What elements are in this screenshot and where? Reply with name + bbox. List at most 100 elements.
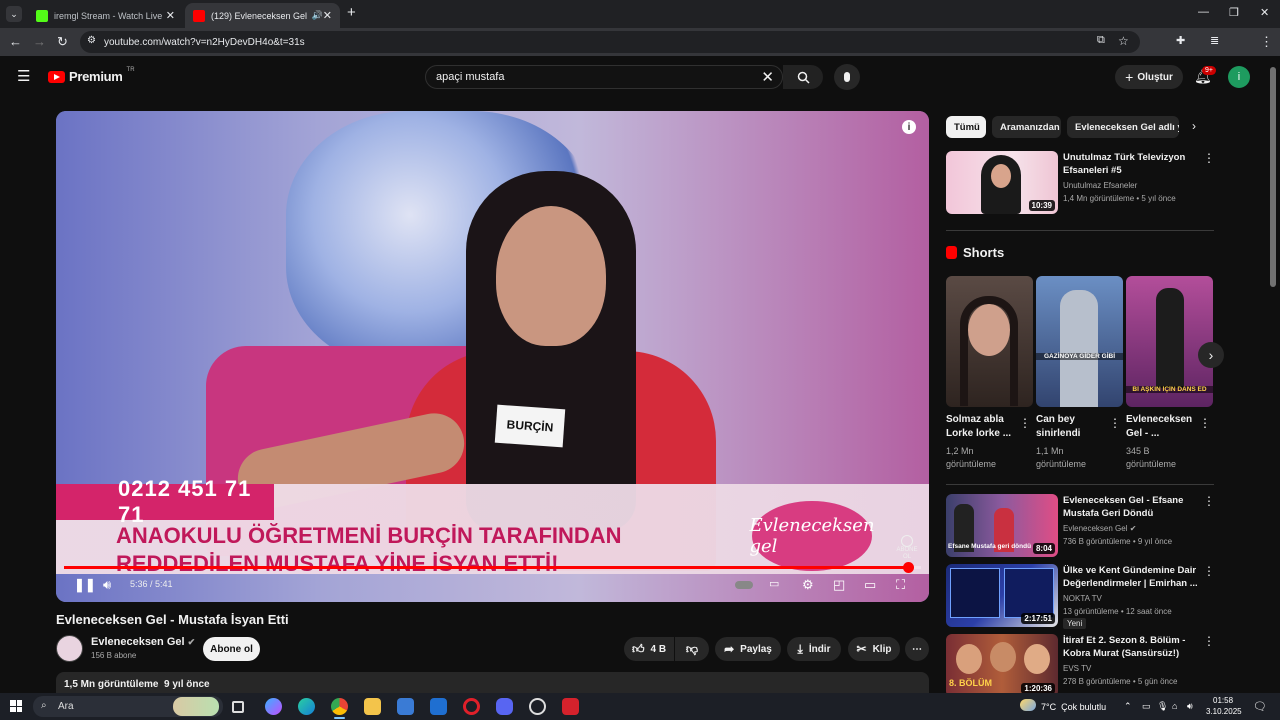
- new-tab-button[interactable]: +: [347, 4, 356, 21]
- more-options-icon[interactable]: ⋮: [1203, 634, 1215, 648]
- chevron-right-icon[interactable]: ›: [1192, 119, 1196, 133]
- restore-icon[interactable]: ❐: [1229, 6, 1239, 19]
- clock-time[interactable]: 01:58: [1213, 696, 1233, 705]
- channel-name[interactable]: Evleneceksen Gel ✔: [91, 636, 195, 648]
- close-icon[interactable]: ✕: [323, 9, 332, 22]
- video-thumbnail[interactable]: Efsane Mustafa geri döndü 8:04: [946, 494, 1058, 557]
- recommendation-item[interactable]: Efsane Mustafa geri döndü 8:04 Evlenecek…: [946, 494, 1216, 558]
- hamburger-menu-icon[interactable]: ☰: [17, 67, 30, 85]
- more-options-icon[interactable]: ⋮: [1019, 416, 1031, 430]
- obs-icon[interactable]: [529, 698, 546, 715]
- subscribe-button[interactable]: Abone ol: [203, 637, 260, 661]
- youtube-logo[interactable]: Premium TR: [48, 67, 135, 84]
- clear-search-icon[interactable]: ✕: [761, 68, 774, 86]
- more-options-icon[interactable]: ⋮: [1199, 416, 1211, 430]
- theater-mode-icon[interactable]: ▭: [864, 577, 876, 593]
- microphone-tray-icon[interactable]: 🎙︎: [1157, 701, 1168, 712]
- close-icon[interactable]: ✕: [166, 9, 175, 22]
- tab-kick[interactable]: iremgl Stream - Watch Live on K ✕: [28, 3, 183, 28]
- like-button[interactable]: 👍︎ 4 B: [624, 637, 674, 661]
- chip-channel[interactable]: Evleneceksen Gel adlı yü: [1067, 116, 1179, 138]
- file-explorer-icon[interactable]: [364, 698, 381, 715]
- search-icon: ⌕: [41, 700, 47, 711]
- volume-icon[interactable]: 🔊︎: [103, 577, 111, 593]
- windows-start-icon[interactable]: [10, 700, 22, 712]
- site-info-icon[interactable]: ⚙: [87, 35, 96, 46]
- extensions-icon[interactable]: ✚: [1176, 34, 1185, 47]
- voice-search-button[interactable]: [834, 64, 860, 90]
- short-item[interactable]: Bİ AŞKIN İÇİN DANS ED Evleneceksen Gel -…: [1126, 276, 1213, 471]
- account-avatar[interactable]: i: [1228, 66, 1250, 88]
- video-thumbnail[interactable]: 8. BÖLÜM 1:20:36: [946, 634, 1058, 694]
- more-actions-button[interactable]: ⋯: [905, 637, 929, 661]
- app-red-icon[interactable]: [562, 698, 579, 715]
- pause-icon[interactable]: ❚❚: [74, 577, 96, 593]
- tray-chevron-icon[interactable]: ⌃: [1124, 701, 1132, 712]
- battery-icon[interactable]: ▭: [1142, 701, 1151, 712]
- notification-center-icon[interactable]: 🗨︎: [1253, 700, 1267, 713]
- short-item[interactable]: Solmaz abla Lorke lorke ... 1,2 Mn görün…: [946, 276, 1033, 471]
- taskbar-search[interactable]: ⌕ Ara: [33, 696, 223, 717]
- video-thumbnail[interactable]: 10:39: [946, 151, 1058, 214]
- recommendation-item[interactable]: 10:39 Unutulmaz Türk Televizyon Efsanele…: [946, 151, 1216, 215]
- clock-date[interactable]: 3.10.2025: [1206, 707, 1242, 716]
- store-icon[interactable]: [397, 698, 414, 715]
- tab-youtube[interactable]: (129) Evleneceksen Gel - M 🔊 ✕: [185, 3, 340, 28]
- description-box[interactable]: 1,5 Mn görüntüleme 9 yıl önce: [56, 672, 929, 694]
- download-button[interactable]: ⤓ İndir: [787, 637, 841, 661]
- task-view-icon[interactable]: [232, 701, 244, 713]
- subscribe-watermark[interactable]: ABONE OL: [894, 535, 920, 561]
- video-thumbnail[interactable]: 2:17:51: [946, 564, 1058, 627]
- network-icon[interactable]: ⌂: [1172, 701, 1177, 711]
- weather-text[interactable]: 7°C Çok bulutlu: [1041, 702, 1106, 712]
- url-field[interactable]: ⚙ youtube.com/watch?v=n2HyDevDH4o&t=31s: [80, 31, 1140, 53]
- edge-icon[interactable]: [298, 698, 315, 715]
- discord-icon[interactable]: [496, 698, 513, 715]
- media-controls-icon[interactable]: ≣: [1210, 34, 1219, 47]
- clip-button[interactable]: ✂ Klip: [848, 637, 900, 661]
- opera-icon[interactable]: [463, 698, 480, 715]
- video-player[interactable]: BURÇİN 0212 451 71 71 ANAOKULU ÖĞRETMENİ…: [56, 111, 929, 602]
- back-icon[interactable]: ←: [9, 34, 22, 49]
- create-button[interactable]: + Oluştur: [1115, 65, 1183, 89]
- settings-gear-icon[interactable]: ⚙: [802, 577, 814, 593]
- copilot-icon[interactable]: [265, 698, 282, 715]
- captions-icon[interactable]: ▭: [769, 577, 779, 590]
- shorts-next-button[interactable]: ›: [1198, 342, 1224, 368]
- page-scrollbar[interactable]: [1270, 67, 1276, 287]
- more-options-icon[interactable]: ⋮: [1203, 151, 1215, 165]
- outlook-icon[interactable]: [430, 698, 447, 715]
- more-options-icon[interactable]: ⋮: [1109, 416, 1121, 430]
- reload-icon[interactable]: ↻: [57, 34, 68, 50]
- miniplayer-icon[interactable]: ◰: [833, 577, 845, 593]
- short-thumbnail[interactable]: Bİ AŞKIN İÇİN DANS ED: [1126, 276, 1213, 407]
- recommendation-item[interactable]: 2:17:51 Ülke ve Kent Gündemine Dair Değe…: [946, 564, 1216, 629]
- autoplay-toggle[interactable]: [735, 581, 753, 589]
- fullscreen-icon[interactable]: ⛶: [896, 577, 905, 593]
- speaker-icon[interactable]: 🔊: [312, 10, 323, 21]
- forward-icon[interactable]: →: [33, 34, 46, 49]
- chip-from-search[interactable]: Aramanızdan: [992, 116, 1061, 138]
- recommendation-item[interactable]: 8. BÖLÜM 1:20:36 İtiraf Et 2. Sezon 8. B…: [946, 634, 1216, 694]
- info-icon[interactable]: i: [902, 120, 916, 134]
- search-input[interactable]: apaçi mustafa ✕: [425, 65, 783, 89]
- more-options-icon[interactable]: ⋮: [1203, 564, 1215, 578]
- chip-all[interactable]: Tümü: [946, 116, 986, 138]
- minimize-icon[interactable]: —: [1198, 6, 1209, 18]
- share-button[interactable]: ➦ Paylaş: [715, 637, 781, 661]
- chrome-icon[interactable]: [331, 698, 348, 715]
- bookmark-star-icon[interactable]: ☆: [1118, 34, 1129, 48]
- search-button[interactable]: [783, 65, 823, 89]
- browser-menu-icon[interactable]: ⋮: [1260, 34, 1273, 50]
- thumbs-down-icon: 👎︎: [685, 641, 699, 656]
- short-thumbnail[interactable]: GAZİNOYA GİDER GİBİ: [1036, 276, 1123, 407]
- channel-avatar[interactable]: [56, 635, 83, 662]
- short-thumbnail[interactable]: [946, 276, 1033, 407]
- install-app-icon[interactable]: ⧉: [1097, 34, 1105, 47]
- close-window-icon[interactable]: ✕: [1260, 6, 1269, 19]
- volume-tray-icon[interactable]: 🔊︎: [1187, 701, 1193, 712]
- more-options-icon[interactable]: ⋮: [1203, 494, 1215, 508]
- short-item[interactable]: GAZİNOYA GİDER GİBİ Can bey sinirlendi 1…: [1036, 276, 1123, 471]
- tab-search-button[interactable]: ⌄: [6, 6, 22, 22]
- dislike-button[interactable]: 👎︎: [675, 637, 709, 661]
